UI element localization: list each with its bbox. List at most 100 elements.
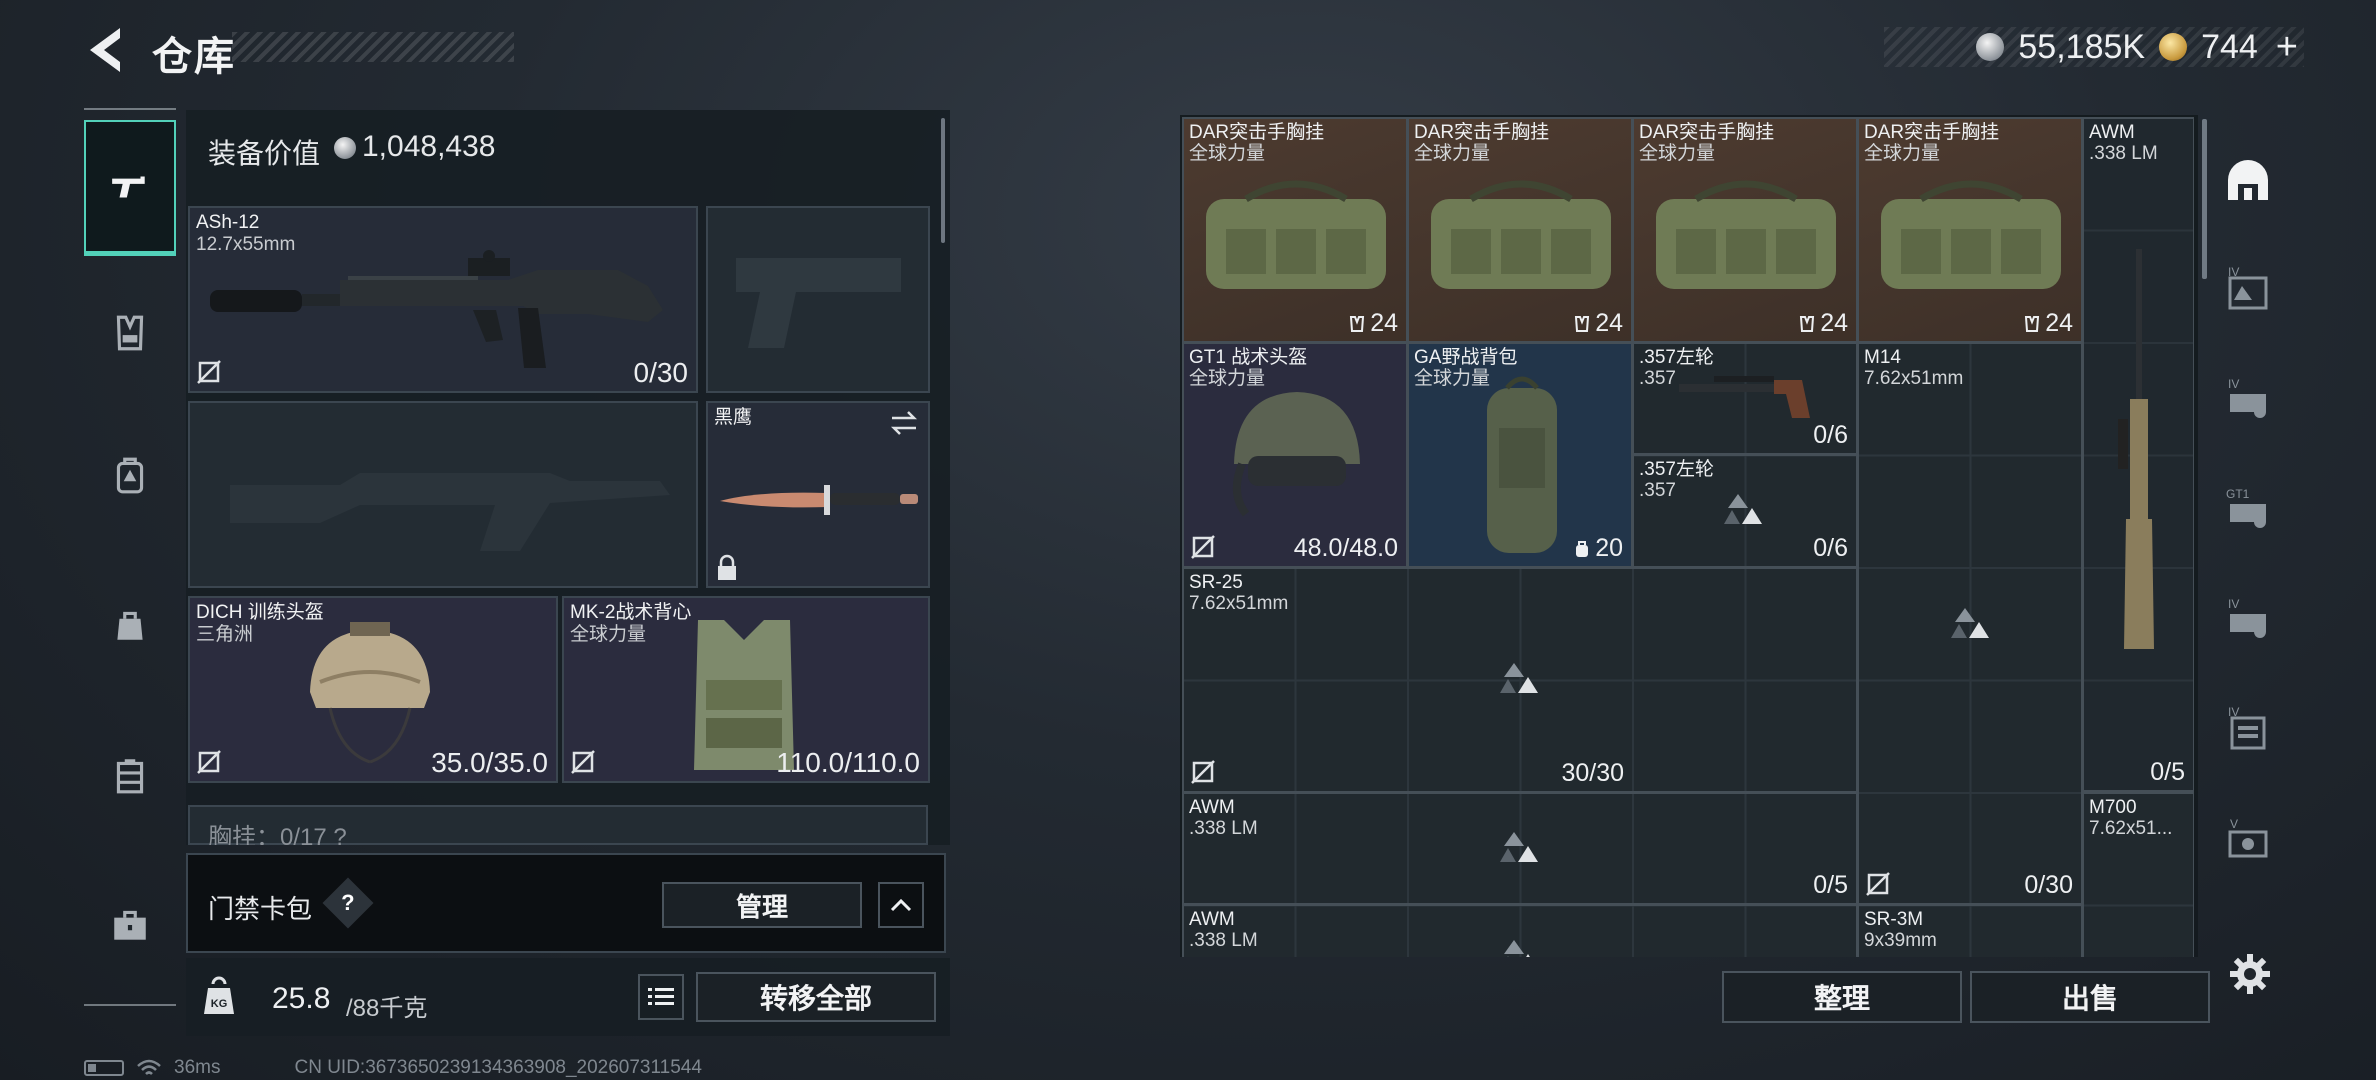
- storage-item-awm-3[interactable]: AWM .338 LM: [1182, 904, 1858, 957]
- tab-extension-4[interactable]: IV: [2212, 575, 2284, 665]
- storage-item-awm-vertical[interactable]: AWM .338 LM 0/5: [2082, 117, 2194, 792]
- add-currency-button[interactable]: +: [2276, 26, 2298, 69]
- chevron-up-icon: [890, 898, 912, 912]
- user-uid: CN UID:3673650239134363908_202607311544: [294, 1057, 702, 1078]
- item-count: 0/30: [2024, 871, 2073, 899]
- keycard-help-button[interactable]: ?: [322, 877, 374, 929]
- storage-item-m14[interactable]: M14 7.62x51mm 0/30: [1857, 342, 2083, 905]
- gun-icon: [112, 176, 145, 197]
- storage-item-dar-rig-3[interactable]: DAR突击手胸挂 全球力量 24: [1632, 117, 1858, 343]
- item-faction: 全球力量: [1414, 143, 1491, 164]
- item-name: SR-25: [1189, 572, 1243, 593]
- storage-item-dar-rig-2[interactable]: DAR突击手胸挂 全球力量 24: [1407, 117, 1633, 343]
- equipment-panel: 装备价值 1,048,438 ASh-12 12.7x55mm 0/30 黑鹰 …: [186, 110, 950, 845]
- gold-amount: 744: [2201, 27, 2258, 66]
- tab-extension-5[interactable]: IV: [2212, 685, 2284, 775]
- list-view-button[interactable]: [638, 974, 684, 1020]
- equipment-value-label: 装备价值: [208, 138, 321, 169]
- item-caliber: .357: [1639, 368, 1676, 389]
- armor-slot[interactable]: MK-2战术背心 全球力量 110.0/110.0: [562, 596, 930, 783]
- swap-icon[interactable]: [888, 409, 920, 437]
- help-icon: ?: [341, 889, 355, 915]
- nav-chest-rig[interactable]: [84, 298, 176, 368]
- storage-item-gt1-helmet[interactable]: GT1 战术头盔 全球力量 48.0/48.0: [1182, 342, 1408, 568]
- armor-durability: 110.0/110.0: [776, 747, 920, 778]
- item-faction: 全球力量: [1639, 143, 1716, 164]
- storage-icon: [2228, 160, 2268, 200]
- extension-icon: IV: [2228, 705, 2266, 750]
- primary-weapon-slot[interactable]: ASh-12 12.7x55mm 0/30: [188, 206, 698, 393]
- keycard-bar: 门禁卡包 ? 管理: [186, 853, 946, 953]
- loading-placeholder-icon: [1724, 494, 1762, 524]
- secondary-weapon-slot[interactable]: [188, 401, 698, 588]
- rifle-image: [210, 250, 663, 368]
- item-name: SR-3M: [1864, 909, 1924, 930]
- tab-storage-main[interactable]: [2212, 135, 2284, 225]
- nav-backpack[interactable]: [84, 440, 176, 510]
- nav-case[interactable]: [84, 740, 176, 810]
- silver-coin-icon: [334, 137, 356, 159]
- storage-item-ga-backpack[interactable]: GA野战背包 全球力量 20: [1407, 342, 1633, 568]
- extension-icon: V: [2228, 817, 2268, 858]
- storage-item-sr3m[interactable]: SR-3M 9x39mm: [1857, 904, 2083, 957]
- gear-icon[interactable]: [2228, 952, 2272, 996]
- item-count: 20: [1573, 534, 1623, 563]
- helmet-slot[interactable]: DICH 训练头盔 三角洲 35.0/35.0: [188, 596, 558, 783]
- tidy-button[interactable]: 整理: [1722, 971, 1962, 1023]
- no-insurance-icon: [197, 750, 221, 774]
- helmet-faction: 三角洲: [196, 624, 254, 645]
- nav-briefcase[interactable]: [84, 890, 176, 960]
- item-caliber: 7.62x51...: [2089, 818, 2173, 839]
- transfer-all-button[interactable]: 转移全部: [696, 972, 936, 1022]
- wifi-icon: [137, 1059, 161, 1075]
- chest-rig-slot[interactable]: 胸挂：0/17 ?: [188, 805, 928, 845]
- helmet-image: [310, 622, 430, 764]
- collapse-button[interactable]: [878, 882, 924, 928]
- chest-rig-icon: [1800, 315, 1815, 332]
- item-name: M700: [2089, 797, 2137, 818]
- storage-item-sr25[interactable]: SR-25 7.62x51mm 30/30: [1182, 567, 1858, 793]
- nav-pouch[interactable]: [84, 590, 176, 660]
- chest-rig-icon: [1350, 315, 1365, 332]
- storage-item-dar-rig-4[interactable]: DAR突击手胸挂 全球力量 24: [1857, 117, 2083, 343]
- manage-button[interactable]: 管理: [662, 882, 862, 928]
- item-name: DAR突击手胸挂: [1414, 122, 1550, 143]
- storage-item-357-revolver-1[interactable]: .357左轮 .357 0/6: [1632, 342, 1858, 455]
- svg-text:IV: IV: [2228, 265, 2239, 279]
- tab-extension-2[interactable]: IV: [2212, 355, 2284, 445]
- storage-scrollbar[interactable]: [2202, 119, 2207, 279]
- chest-rig-capacity: 胸挂：0/17 ?: [208, 824, 347, 845]
- item-count: 0/6: [1813, 534, 1848, 562]
- equipment-scrollbar[interactable]: [941, 118, 945, 243]
- svg-text:IV: IV: [2228, 377, 2239, 391]
- bag-image: [1206, 180, 1386, 289]
- item-name: M14: [1864, 347, 1901, 368]
- storage-tabs: IV IV GT1 IV IV V: [2212, 115, 2284, 985]
- extension-icon: IV: [2228, 597, 2266, 638]
- svg-text:GT1: GT1: [2226, 487, 2250, 501]
- storage-item-dar-rig-1[interactable]: DAR突击手胸挂 全球力量 24: [1182, 117, 1408, 343]
- storage-item-m700[interactable]: M700 7.62x51...: [2082, 792, 2194, 957]
- backpack-icon: [1576, 540, 1589, 557]
- nav-weapons[interactable]: [84, 120, 176, 256]
- item-count: 0/6: [1813, 421, 1848, 449]
- item-name: AWM: [1189, 909, 1235, 930]
- storage-item-357-revolver-2[interactable]: .357左轮 .357 0/6: [1632, 454, 1858, 568]
- tab-extension-6[interactable]: V: [2212, 795, 2284, 885]
- tab-extension-1[interactable]: IV: [2212, 245, 2284, 335]
- item-count: 24: [1798, 309, 1848, 338]
- melee-slot[interactable]: 黑鹰: [706, 401, 930, 588]
- tab-extension-3[interactable]: GT1: [2212, 465, 2284, 555]
- sell-button[interactable]: 出售: [1970, 971, 2210, 1023]
- pistol-placeholder-icon: [736, 258, 901, 348]
- item-faction: 全球力量: [1864, 143, 1941, 164]
- back-button[interactable]: [80, 22, 130, 78]
- back-arrow-icon: [90, 28, 120, 72]
- bag-image: [1656, 180, 1836, 289]
- pistol-slot[interactable]: [706, 206, 930, 393]
- bag-image: [1431, 180, 1611, 289]
- no-insurance-icon: [1191, 760, 1215, 784]
- storage-item-awm-2[interactable]: AWM .338 LM 0/5: [1182, 792, 1858, 905]
- briefcase-icon: [114, 910, 146, 940]
- silver-coin-icon: [1976, 33, 2005, 61]
